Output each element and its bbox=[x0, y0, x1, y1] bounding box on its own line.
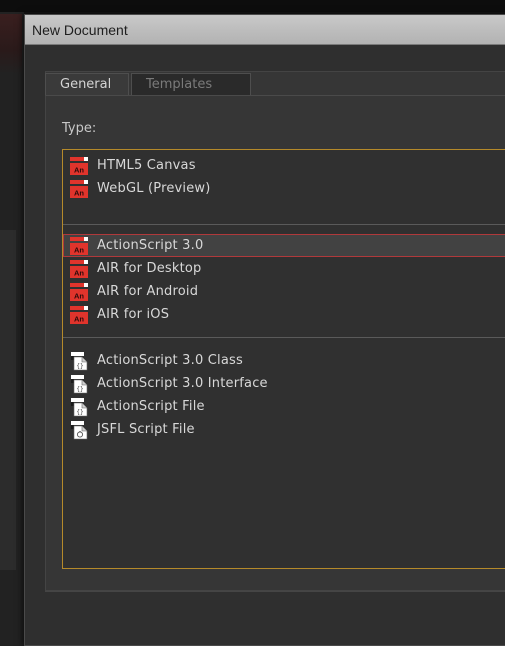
type-label: Type: bbox=[62, 121, 97, 136]
svg-text:An: An bbox=[74, 291, 84, 300]
list-item-jsfl-file[interactable]: JSFL Script File bbox=[63, 418, 505, 441]
animate-an-icon: An bbox=[70, 179, 88, 198]
animate-an-icon: An bbox=[70, 305, 88, 324]
tab-templates[interactable]: Templates bbox=[131, 73, 251, 95]
svg-text:An: An bbox=[74, 165, 84, 174]
script-file-icon: {} bbox=[71, 397, 88, 416]
jsfl-file-icon bbox=[71, 420, 88, 439]
group-separator bbox=[63, 337, 505, 338]
background-top-strip bbox=[0, 0, 505, 12]
list-item-label: AIR for iOS bbox=[97, 307, 170, 322]
tab-general[interactable]: General bbox=[45, 73, 129, 95]
list-item-webgl[interactable]: An WebGL (Preview) bbox=[63, 177, 505, 200]
list-item-label: JSFL Script File bbox=[97, 422, 195, 437]
svg-text:{}: {} bbox=[76, 363, 83, 370]
list-item-label: ActionScript 3.0 bbox=[97, 238, 204, 253]
panel-bottom-divider bbox=[45, 591, 505, 592]
list-item-as3-class[interactable]: {} ActionScript 3.0 Class bbox=[63, 349, 505, 372]
dialog-title: New Document bbox=[32, 21, 128, 38]
background-accent bbox=[0, 14, 22, 74]
svg-text:{}: {} bbox=[76, 409, 83, 416]
script-file-icon: {} bbox=[71, 351, 88, 370]
list-item-label: ActionScript 3.0 Interface bbox=[97, 376, 268, 391]
svg-text:An: An bbox=[74, 245, 84, 254]
list-item-label: AIR for Desktop bbox=[97, 261, 202, 276]
animate-an-icon: An bbox=[70, 236, 88, 255]
list-item-label: AIR for Android bbox=[97, 284, 199, 299]
list-item-label: ActionScript File bbox=[97, 399, 205, 414]
list-item-air-desktop[interactable]: An AIR for Desktop bbox=[63, 257, 505, 280]
document-type-list[interactable]: An HTML5 Canvas An WebGL (Preview) An Ac… bbox=[62, 149, 505, 569]
list-item-label: ActionScript 3.0 Class bbox=[97, 353, 243, 368]
background-side-panel bbox=[0, 230, 16, 570]
tab-bar: General Templates bbox=[45, 73, 251, 95]
list-item-actionscript-3[interactable]: An ActionScript 3.0 bbox=[63, 234, 505, 257]
animate-an-icon: An bbox=[70, 259, 88, 278]
new-document-dialog: New Document General Templates Type: An … bbox=[24, 14, 505, 646]
tab-divider bbox=[45, 95, 505, 96]
svg-text:An: An bbox=[74, 188, 84, 197]
group-separator bbox=[63, 224, 505, 225]
list-item-air-ios[interactable]: An AIR for iOS bbox=[63, 303, 505, 326]
script-file-icon: {} bbox=[71, 374, 88, 393]
list-item-label: WebGL (Preview) bbox=[97, 181, 211, 196]
list-item-actionscript-file[interactable]: {} ActionScript File bbox=[63, 395, 505, 418]
svg-text:An: An bbox=[74, 314, 84, 323]
list-item-as3-interface[interactable]: {} ActionScript 3.0 Interface bbox=[63, 372, 505, 395]
animate-an-icon: An bbox=[70, 282, 88, 301]
svg-text:An: An bbox=[74, 268, 84, 277]
animate-an-icon: An bbox=[70, 156, 88, 175]
list-item-html5-canvas[interactable]: An HTML5 Canvas bbox=[63, 154, 505, 177]
svg-text:{}: {} bbox=[76, 386, 83, 393]
dialog-titlebar[interactable]: New Document bbox=[25, 15, 505, 45]
list-item-label: HTML5 Canvas bbox=[97, 158, 196, 173]
list-item-air-android[interactable]: An AIR for Android bbox=[63, 280, 505, 303]
